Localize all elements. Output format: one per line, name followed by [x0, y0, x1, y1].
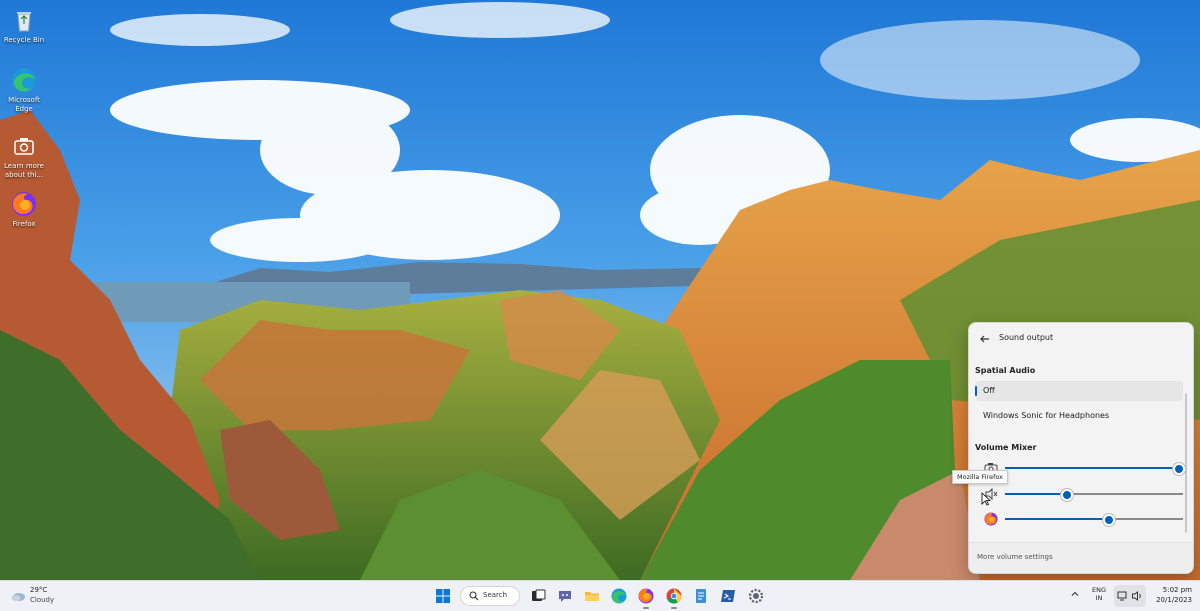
mixer-row-camera	[979, 459, 1185, 477]
recycle-bin-icon	[17, 12, 31, 32]
desktop-icon-edge[interactable]: Microsoft Edge	[2, 66, 46, 114]
chrome-icon	[666, 588, 682, 604]
powershell-taskbar-button[interactable]	[718, 586, 738, 606]
firefox-tooltip: Mozilla Firefox	[952, 470, 1008, 484]
taskbar: 29°C Cloudy Search ENG IN 5:02 pm 20/1/2…	[0, 580, 1200, 611]
flyout-scrollbar[interactable]	[1185, 393, 1187, 533]
volume-slider-thumb[interactable]	[1061, 489, 1073, 501]
edge-taskbar-button[interactable]	[609, 586, 629, 606]
firefox-icon	[984, 512, 998, 526]
clock-time: 5:02 pm	[1162, 586, 1192, 594]
search-label: Search	[483, 591, 508, 599]
desktop-icon-label: Recycle Bin	[3, 36, 45, 44]
file-explorer-icon	[585, 592, 599, 601]
file-explorer-button[interactable]	[582, 586, 602, 606]
windows-start-icon	[436, 589, 450, 603]
weather-widget[interactable]: 29°C Cloudy	[10, 585, 90, 607]
mixer-row-firefox	[979, 510, 1185, 528]
cloudy-weather-icon	[11, 593, 25, 601]
search-icon	[469, 591, 479, 601]
weather-condition: Cloudy	[30, 596, 55, 604]
desktop-icon-firefox[interactable]: Firefox	[2, 190, 46, 229]
chrome-taskbar-button[interactable]	[664, 586, 684, 609]
volume-icon	[1132, 590, 1141, 602]
option-label: Off	[983, 386, 995, 395]
network-icon	[1117, 591, 1127, 601]
weather-temp: 29°C	[30, 586, 48, 594]
language-line1: ENG	[1092, 586, 1107, 594]
spatial-audio-option-windows-sonic[interactable]: Windows Sonic for Headphones	[975, 406, 1183, 426]
sound-output-flyout: Sound output Spatial Audio Off Windows S…	[968, 322, 1194, 574]
firefox-icon	[638, 588, 654, 604]
start-button[interactable]	[433, 586, 453, 606]
notepad-icon	[696, 589, 706, 603]
edge-icon	[12, 68, 36, 92]
taskbar-clock[interactable]: 5:02 pm 20/1/2023	[1150, 585, 1192, 605]
more-volume-settings-link[interactable]: More volume settings	[977, 553, 1053, 561]
firefox-taskbar-button[interactable]	[636, 586, 656, 609]
task-view-button[interactable]	[528, 586, 548, 606]
quick-settings-button[interactable]	[1114, 585, 1146, 607]
volume-slider-thumb[interactable]	[1173, 463, 1185, 475]
desktop-icon-learn-more[interactable]: Learn more about thi...	[2, 132, 46, 180]
chevron-up-icon[interactable]	[1070, 589, 1080, 599]
volume-slider-thumb[interactable]	[1103, 514, 1115, 526]
desktop-icon-recycle-bin[interactable]: Recycle Bin	[2, 6, 46, 45]
teams-chat-icon	[559, 591, 571, 602]
volume-slider-fill	[1005, 518, 1109, 520]
clock-date: 20/1/2023	[1156, 596, 1192, 604]
desktop-icon-label: Microsoft Edge	[8, 96, 40, 113]
flyout-header: Sound output	[969, 323, 1193, 353]
mouse-cursor-icon	[981, 492, 991, 506]
language-indicator[interactable]: ENG IN	[1092, 586, 1106, 602]
taskbar-search[interactable]: Search	[460, 586, 520, 606]
desktop-icon-label: Learn more about thi...	[4, 162, 44, 179]
firefox-icon	[12, 192, 36, 216]
flyout-footer: More volume settings	[969, 542, 1193, 573]
camera-icon	[14, 138, 34, 155]
settings-icon	[748, 588, 764, 604]
desktop-icon-label: Firefox	[12, 220, 36, 228]
language-line2: IN	[1095, 594, 1103, 602]
mixer-row-system-sounds	[979, 485, 1185, 503]
flyout-title: Sound output	[999, 333, 1054, 342]
notepad-taskbar-button[interactable]	[691, 586, 711, 606]
spatial-audio-option-off[interactable]: Off	[975, 381, 1183, 401]
volume-mixer-heading: Volume Mixer	[975, 443, 1037, 452]
volume-slider-fill	[1005, 467, 1179, 469]
volume-slider-fill	[1005, 493, 1067, 495]
edge-icon	[611, 588, 627, 604]
powershell-icon	[721, 590, 735, 602]
option-label: Windows Sonic for Headphones	[983, 411, 1110, 420]
settings-taskbar-button[interactable]	[746, 586, 766, 606]
task-view-icon	[532, 589, 546, 601]
back-arrow-icon[interactable]	[977, 331, 993, 347]
spatial-audio-heading: Spatial Audio	[975, 366, 1036, 375]
chat-button[interactable]	[555, 586, 575, 606]
